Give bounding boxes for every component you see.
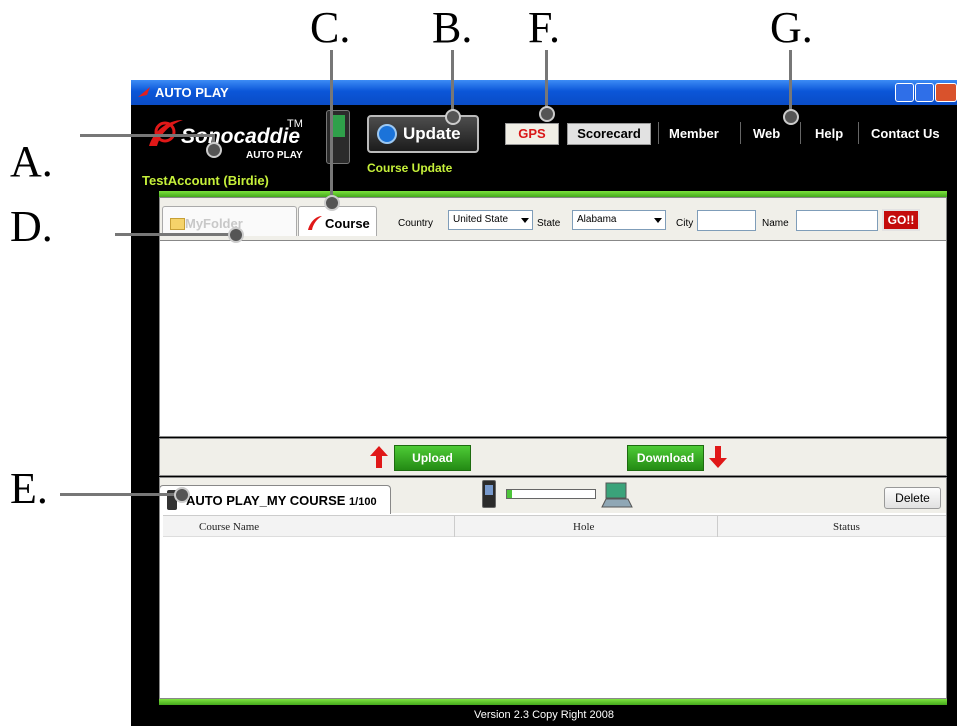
callout-b-leader: [451, 50, 454, 115]
logo-trademark: TM: [287, 118, 303, 130]
update-icon: [377, 124, 397, 144]
callout-f-leader: [545, 50, 548, 112]
autoplay-tab-label: AUTO PLAY_MY COURSE: [186, 493, 346, 508]
callout-f: F.: [528, 3, 560, 52]
nav-member[interactable]: Member: [669, 126, 719, 141]
transfer-bar: [159, 438, 947, 476]
callout-e-line: [60, 493, 180, 496]
go-button[interactable]: GO!!: [882, 209, 920, 231]
minimize-button[interactable]: [895, 83, 914, 102]
state-label: State: [537, 218, 561, 229]
version-text: Version 2.3 Copy Right 2008: [473, 709, 615, 721]
callout-f-marker: [539, 106, 555, 122]
nav-divider: [858, 122, 859, 144]
course-table-header: Course Name Hole Status: [163, 515, 946, 537]
tab-autoplay-my-course[interactable]: AUTO PLAY_MY COURSE 1/100: [159, 485, 391, 514]
sonocaddie-logo-icon: [149, 120, 183, 146]
folder-icon: [170, 218, 185, 230]
nav-divider: [658, 122, 659, 144]
column-status[interactable]: Status: [833, 521, 860, 533]
callout-c-marker: [324, 195, 340, 211]
device-phone-icon: [482, 480, 496, 508]
state-select[interactable]: Alabama: [572, 210, 666, 230]
download-button[interactable]: Download: [627, 445, 704, 471]
chevron-down-icon: [521, 218, 529, 223]
maximize-button[interactable]: [915, 83, 934, 102]
callout-a-line: [80, 134, 214, 137]
nav-divider: [740, 122, 741, 144]
state-value: Alabama: [577, 214, 617, 225]
logo-subtitle: AUTO PLAY: [246, 150, 303, 161]
callout-e: E.: [10, 464, 48, 513]
chevron-down-icon: [654, 218, 662, 223]
callout-g-leader: [789, 50, 792, 115]
callout-d-line: [115, 233, 235, 236]
callout-c: C.: [310, 3, 351, 52]
city-label: City: [676, 218, 694, 229]
nav-web[interactable]: Web: [753, 126, 780, 141]
nav-help[interactable]: Help: [815, 126, 843, 141]
update-button[interactable]: Update: [367, 115, 479, 153]
callout-d: D.: [10, 202, 53, 251]
name-label: Name: [762, 218, 789, 229]
column-course-name[interactable]: Course Name: [199, 521, 259, 533]
course-icon: [308, 216, 322, 230]
city-input[interactable]: [697, 210, 756, 231]
callout-g: G.: [770, 3, 813, 52]
nav-scorecard[interactable]: Scorecard: [567, 123, 651, 145]
nav-contact-us[interactable]: Contact Us: [871, 126, 940, 141]
course-update-link[interactable]: Course Update: [367, 161, 452, 175]
callout-a: A.: [10, 137, 53, 186]
nav-gps[interactable]: GPS: [505, 123, 559, 145]
callout-a-marker: [206, 142, 222, 158]
laptop-icon: [601, 482, 633, 508]
footer-divider: [159, 699, 947, 705]
nav-divider: [800, 122, 801, 144]
callout-d-marker: [228, 227, 244, 243]
column-divider: [717, 516, 718, 537]
callout-e-marker: [174, 487, 190, 503]
download-arrow-icon: [709, 446, 727, 468]
close-button[interactable]: [935, 83, 957, 102]
callout-b-marker: [445, 109, 461, 125]
tab-course[interactable]: Course: [298, 206, 377, 236]
app-logo-icon: [138, 87, 150, 97]
sync-progress-bar: [506, 489, 596, 499]
upload-button[interactable]: Upload: [394, 445, 471, 471]
update-button-label: Update: [403, 124, 461, 143]
callout-b: B.: [432, 3, 473, 52]
course-count: 1/100: [349, 496, 377, 508]
column-divider: [454, 516, 455, 537]
callout-c-leader: [330, 50, 333, 200]
name-input[interactable]: [796, 210, 878, 231]
delete-button[interactable]: Delete: [884, 487, 941, 509]
account-name: TestAccount (Birdie): [142, 173, 269, 188]
country-select[interactable]: United State: [448, 210, 533, 230]
tab-course-label: Course: [325, 216, 370, 231]
window-title: AUTO PLAY: [155, 85, 229, 100]
title-bar[interactable]: AUTO PLAY: [131, 80, 957, 105]
logo-text: Sonocaddie: [181, 125, 301, 148]
column-hole[interactable]: Hole: [573, 521, 594, 533]
country-label: Country: [398, 218, 434, 229]
callout-g-marker: [783, 109, 799, 125]
country-value: United State: [453, 214, 509, 225]
upload-arrow-icon: [370, 446, 388, 468]
